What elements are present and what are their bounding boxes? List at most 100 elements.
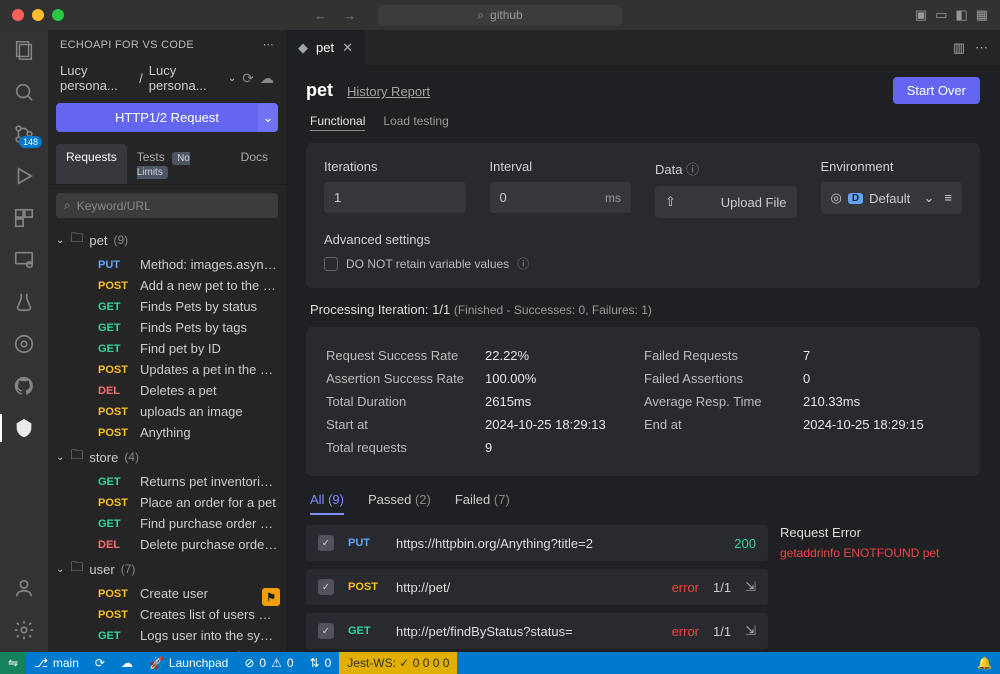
forward-icon[interactable]: →	[343, 8, 356, 23]
tree-item[interactable]: GETFind purchase order by ID	[48, 513, 286, 534]
result-row[interactable]: ✓POSThttp://pet/error1/1⇲	[306, 569, 768, 605]
tree-item[interactable]: GETFinds Pets by status	[48, 296, 286, 317]
method-badge: POST	[98, 427, 132, 439]
new-request-dropdown-icon[interactable]: ⌄	[258, 103, 278, 132]
jest-status[interactable]: Jest-WS: ✓ 0 0 0 0	[339, 652, 457, 674]
chevron-down-icon[interactable]: ⌄	[228, 73, 236, 84]
tab-requests[interactable]: Requests	[56, 144, 127, 184]
chevron-down-icon: ⌄	[56, 235, 64, 246]
layout-side-icon[interactable]: ◧	[955, 7, 967, 23]
results-tab-passed[interactable]: Passed (2)	[368, 492, 431, 515]
tree-item[interactable]: POSTPlace an order for a pet	[48, 492, 286, 513]
env-chevron-down-icon[interactable]: ⌄	[924, 190, 935, 206]
row-checkbox[interactable]: ✓	[318, 579, 334, 595]
account-icon[interactable]	[12, 576, 36, 600]
retain-checkbox[interactable]	[324, 257, 338, 271]
run-debug-icon[interactable]	[12, 164, 36, 188]
testing-icon[interactable]	[12, 290, 36, 314]
github-icon[interactable]	[12, 374, 36, 398]
env-menu-icon[interactable]: ≡	[944, 190, 952, 206]
branch-indicator[interactable]: ⎇main	[26, 656, 87, 670]
tree-item[interactable]: POSTCreate user	[48, 583, 286, 604]
tree-item[interactable]: POSTUpdates a pet in the store ...	[48, 359, 286, 380]
iterations-input[interactable]: 1	[324, 182, 466, 213]
editor-tab[interactable]: ◆ pet ✕	[286, 30, 366, 65]
tree-item[interactable]: POSTAnything	[48, 422, 286, 443]
item-label: Place an order for a pet	[140, 495, 276, 510]
tree-group[interactable]: ⌄🗀user (7)	[48, 555, 286, 583]
sidebar-search-input[interactable]: ⌕ Keyword/URL	[56, 193, 278, 218]
back-icon[interactable]: ←	[314, 8, 327, 23]
tree-item[interactable]: POSTCreates list of users with g...	[48, 604, 286, 625]
stats-panel: Request Success Rate22.22%Failed Request…	[306, 327, 980, 476]
tree-item[interactable]: GETReturns pet inventories by ...	[48, 471, 286, 492]
tree-item[interactable]: PUTMethod: images.asyncBat...	[48, 254, 286, 275]
tree-item[interactable]: POSTuploads an image	[48, 401, 286, 422]
split-editor-icon[interactable]: ▥	[953, 40, 965, 56]
maximize-window-icon[interactable]	[52, 9, 64, 21]
tab-tests[interactable]: Tests No Limits	[127, 144, 231, 184]
sync-indicator[interactable]: ⟳	[87, 656, 113, 670]
tree-item[interactable]: GETLogs out current logged in ...	[48, 646, 286, 652]
cloud-indicator[interactable]: ☁	[113, 656, 141, 670]
echoapi-icon[interactable]	[12, 416, 36, 440]
tree-item[interactable]: GETLogs user into the system	[48, 625, 286, 646]
gitlens-icon[interactable]	[12, 332, 36, 356]
tree-item[interactable]: GETFind pet by ID	[48, 338, 286, 359]
helper-badge-icon[interactable]: ⚑	[262, 588, 280, 606]
layout-panel-icon[interactable]: ▭	[935, 7, 947, 23]
cloud-sync-icon[interactable]: ⟳	[242, 70, 254, 87]
tab-docs[interactable]: Docs	[231, 144, 278, 184]
iteration-text: Processing Iteration: 1/1	[310, 302, 450, 317]
env-select[interactable]: ◎DDefault ⌄≡	[821, 182, 963, 214]
problems-status[interactable]: ⊘0 ⚠0	[236, 656, 301, 670]
minimize-window-icon[interactable]	[32, 9, 44, 21]
source-control-icon[interactable]: 148	[12, 122, 36, 146]
interval-input[interactable]: 0ms	[490, 182, 632, 213]
start-over-button[interactable]: Start Over	[893, 77, 980, 104]
retain-help-icon[interactable]: ⓘ	[517, 255, 529, 272]
row-checkbox[interactable]: ✓	[318, 623, 334, 639]
explorer-icon[interactable]	[12, 38, 36, 62]
tree-item[interactable]: GETFinds Pets by tags	[48, 317, 286, 338]
extensions-icon[interactable]	[12, 206, 36, 230]
more-actions-icon[interactable]: ⋯	[975, 40, 988, 56]
settings-gear-icon[interactable]	[12, 618, 36, 642]
results-tab-all[interactable]: All (9)	[310, 492, 344, 515]
iterations-label: Iterations	[324, 159, 466, 174]
data-help-icon[interactable]: ⓘ	[686, 162, 699, 177]
bell-icon[interactable]: 🔔	[969, 656, 1000, 670]
results-tab-failed[interactable]: Failed (7)	[455, 492, 510, 515]
mode-functional[interactable]: Functional	[310, 112, 365, 131]
problems-count: 0	[259, 656, 266, 670]
ports-status[interactable]: ⇅0	[302, 656, 340, 670]
history-report-link[interactable]: History Report	[347, 84, 430, 99]
remote-indicator[interactable]: ⇋	[0, 652, 26, 674]
command-center[interactable]: ⌕ github	[377, 5, 622, 26]
close-window-icon[interactable]	[12, 9, 24, 21]
result-row[interactable]: ✓GEThttp://pet/findByStatus?status=error…	[306, 613, 768, 649]
tab-close-icon[interactable]: ✕	[342, 40, 353, 56]
mode-load[interactable]: Load testing	[383, 112, 448, 131]
sidebar-more-icon[interactable]: ⋯	[263, 38, 274, 51]
remote-explorer-icon[interactable]	[12, 248, 36, 272]
launchpad-status[interactable]: 🚀Launchpad	[141, 656, 236, 670]
result-row[interactable]: ✓PUThttps://httpbin.org/Anything?title=2…	[306, 525, 768, 561]
tree-group[interactable]: ⌄🗀store (4)	[48, 443, 286, 471]
cloud-download-icon[interactable]: ☁	[260, 70, 274, 87]
expand-icon[interactable]: ⇲	[745, 579, 756, 595]
tree-item[interactable]: POSTAdd a new pet to the store	[48, 275, 286, 296]
new-request-button[interactable]: HTTP1/2 Request ⌄	[56, 103, 278, 132]
status-code: 200	[734, 536, 756, 551]
tree-group[interactable]: ⌄🗀pet (9)	[48, 226, 286, 254]
rtab-passed-count: (2)	[415, 492, 431, 507]
expand-icon[interactable]: ⇲	[745, 623, 756, 639]
tree-item[interactable]: DELDelete purchase order by ID	[48, 534, 286, 555]
row-checkbox[interactable]: ✓	[318, 535, 334, 551]
search-icon[interactable]	[12, 80, 36, 104]
upload-file-button[interactable]: ⇧ Upload File	[655, 186, 797, 218]
layout-customize-icon[interactable]: ▦	[976, 7, 988, 23]
tree-item[interactable]: DELDeletes a pet	[48, 380, 286, 401]
workspace-breadcrumb[interactable]: Lucy persona... / Lucy persona... ⌄ ⟳ ☁	[48, 59, 286, 97]
layout-primary-icon[interactable]: ▣	[915, 7, 927, 23]
